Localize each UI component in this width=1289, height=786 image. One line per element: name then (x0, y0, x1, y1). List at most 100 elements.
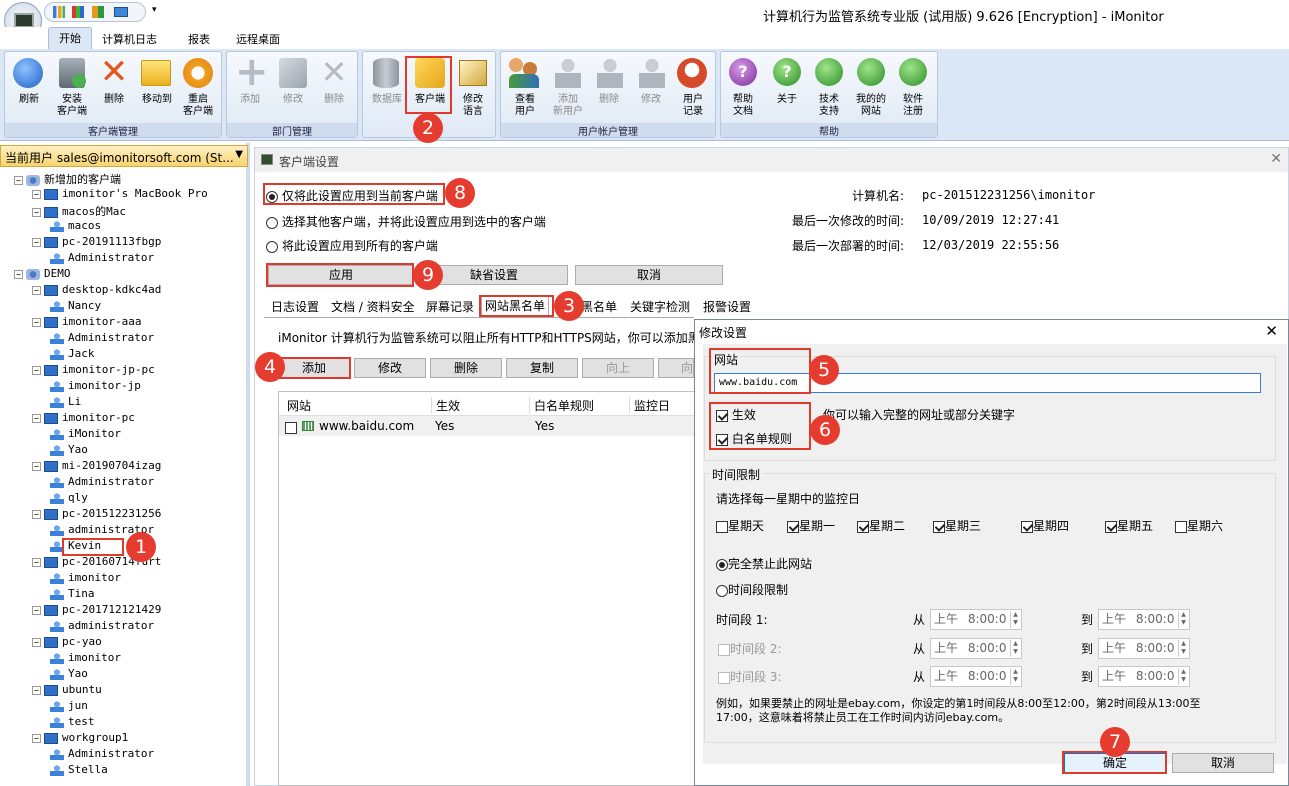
expand-minus-icon[interactable]: − (32, 207, 41, 217)
expand-minus-icon[interactable]: − (32, 557, 41, 567)
tree-user[interactable]: qly (50, 491, 88, 504)
tree-user[interactable]: Stella (50, 763, 108, 776)
move-to-button[interactable]: 移动到 (137, 94, 177, 106)
tree-user[interactable]: imonitor (50, 651, 121, 664)
col-monitor-day[interactable]: 监控日 (629, 397, 670, 414)
time-from-input[interactable]: 上午 8:00:0 ▲ ▼ (930, 638, 1022, 659)
user-record-button[interactable]: 用户 记录 (673, 94, 713, 118)
help-doc-button[interactable]: 帮助 文档 (723, 94, 763, 118)
time-to-input[interactable]: 上午 8:00:0 ▲ ▼ (1098, 638, 1190, 659)
time-to-input[interactable]: 上午 8:00:0 ▲ ▼ (1098, 609, 1190, 630)
spinner-arrows-icon[interactable]: ▲ ▼ (1178, 668, 1188, 685)
restart-client-button[interactable]: 重启 客户端 (177, 94, 219, 118)
tree-user[interactable]: Administrator (50, 331, 154, 344)
spinner-arrows-icon[interactable]: ▲ ▼ (1010, 611, 1020, 628)
database-button[interactable]: 数据库 (367, 94, 407, 106)
qat-dropdown-icon[interactable]: ▾ (152, 5, 157, 15)
edit-user-button[interactable]: 修改 (631, 94, 671, 106)
tree-group[interactable]: − 新增加的客户端 (14, 171, 121, 187)
change-language-button[interactable]: 修改 语言 (453, 94, 493, 118)
expand-minus-icon[interactable]: − (14, 175, 23, 185)
block-fully-radio[interactable]: 完全禁止此网站 (716, 555, 812, 572)
tree-computer[interactable]: − ubuntu (32, 683, 102, 696)
weekday-checkbox[interactable]: 星期一 (787, 517, 835, 534)
tree-user[interactable]: Li (50, 395, 81, 408)
period-label[interactable]: 时间段 2: (718, 640, 782, 657)
spinner-arrows-icon[interactable]: ▲ ▼ (1178, 611, 1188, 628)
tab-log-settings[interactable]: 日志设置 (268, 297, 322, 317)
dialog-cancel-button[interactable]: 取消 (1172, 753, 1274, 773)
expand-minus-icon[interactable]: − (32, 189, 41, 199)
tab-alert-settings[interactable]: 报警设置 (700, 297, 754, 317)
tree-user[interactable]: Administrator (50, 747, 154, 760)
tree-user[interactable]: administrator (50, 619, 154, 632)
tree-user[interactable]: Administrator (50, 475, 154, 488)
scope-selected-radio[interactable]: 选择其他客户端，并将此设置应用到选中的客户端 (266, 213, 546, 230)
expand-minus-icon[interactable]: − (32, 637, 41, 647)
expand-minus-icon[interactable]: − (32, 237, 41, 247)
weekday-checkbox[interactable]: 星期二 (857, 517, 905, 534)
add-department-button[interactable]: 添加 (231, 94, 269, 106)
spinner-arrows-icon[interactable]: ▲ ▼ (1010, 640, 1020, 657)
expand-minus-icon[interactable]: − (32, 413, 41, 423)
dialog-close-icon[interactable]: ✕ (1265, 322, 1278, 340)
current-user-dropdown[interactable]: 当前用户 sales@imonitorsoft.com (St... ▼ (0, 145, 248, 167)
tree-computer[interactable]: − mi-20190704izag (32, 459, 161, 472)
weekday-checkbox[interactable]: 星期四 (1021, 517, 1069, 534)
tab-remote-desktop[interactable]: 远程桌面 (236, 31, 280, 47)
row-checkbox[interactable] (285, 421, 297, 434)
move-up-button[interactable]: 向上 (582, 358, 654, 378)
about-button[interactable]: 关于 (767, 94, 807, 106)
tree-user[interactable]: Tina (50, 587, 95, 600)
tree-user[interactable]: imonitor-jp (50, 379, 141, 392)
tree-computer[interactable]: − pc-yao (32, 635, 102, 648)
weekday-checkbox[interactable]: 星期五 (1105, 517, 1153, 534)
tab-home[interactable]: 开始 (48, 27, 92, 50)
expand-minus-icon[interactable]: − (14, 269, 23, 279)
tab-reports[interactable]: 报表 (188, 31, 210, 47)
period-label[interactable]: 时间段 3: (718, 668, 782, 685)
register-button[interactable]: 软件 注册 (893, 94, 933, 118)
expand-minus-icon[interactable]: − (32, 285, 41, 295)
cancel-settings-button[interactable]: 取消 (575, 265, 723, 285)
spinner-arrows-icon[interactable]: ▲ ▼ (1010, 668, 1020, 685)
tree-computer[interactable]: − pc-201512231256 (32, 507, 161, 520)
tab-screen-record[interactable]: 屏幕记录 (423, 297, 477, 317)
refresh-button[interactable]: 刷新 (9, 94, 49, 106)
tree-computer[interactable]: − imonitor's MacBook Pro (32, 187, 208, 200)
col-site[interactable]: 网站 (287, 397, 311, 414)
weekday-checkbox[interactable]: 星期三 (933, 517, 981, 534)
tree-computer[interactable]: − workgroup1 (32, 731, 128, 744)
tree-user[interactable]: macos (50, 219, 101, 232)
tree-user[interactable]: jun (50, 699, 88, 712)
tree-user[interactable]: imonitor (50, 571, 121, 584)
delete-site-button[interactable]: 删除 (430, 358, 502, 378)
expand-minus-icon[interactable]: − (32, 317, 41, 327)
expand-minus-icon[interactable]: − (32, 509, 41, 519)
expand-minus-icon[interactable]: − (32, 733, 41, 743)
copy-site-button[interactable]: 复制 (506, 358, 578, 378)
tree-user[interactable]: Nancy (50, 299, 101, 312)
tree-user[interactable]: iMonitor (50, 427, 121, 440)
tree-computer[interactable]: − pc-20191113fbgp (32, 235, 161, 248)
close-icon[interactable]: ✕ (1270, 151, 1282, 167)
delete-client-button[interactable]: 删除 (95, 94, 133, 106)
delete-department-button[interactable]: 删除 (315, 94, 353, 106)
tree-user[interactable]: Administrator (50, 251, 154, 264)
tree-user[interactable]: Jack (50, 347, 95, 360)
tech-support-button[interactable]: 技术 支持 (809, 94, 849, 118)
expand-minus-icon[interactable]: − (32, 685, 41, 695)
tree-computer[interactable]: − desktop-kdkc4ad (32, 283, 161, 296)
tree-computer[interactable]: − imonitor-aaa (32, 315, 141, 328)
period-limit-radio[interactable]: 时间段限制 (716, 581, 788, 598)
bar-chart-icon[interactable] (53, 6, 65, 18)
tab-computer-log[interactable]: 计算机日志 (102, 31, 157, 47)
tree-computer[interactable]: − macos的Mac (32, 203, 126, 219)
expand-minus-icon[interactable]: − (32, 461, 41, 471)
tree-user[interactable]: Yao (50, 667, 88, 680)
expand-minus-icon[interactable]: − (32, 605, 41, 615)
chart-icon[interactable] (72, 6, 84, 18)
install-client-button[interactable]: 安装 客户端 (51, 94, 93, 118)
edit-site-button[interactable]: 修改 (354, 358, 426, 378)
weekday-checkbox[interactable]: 星期天 (716, 517, 764, 534)
